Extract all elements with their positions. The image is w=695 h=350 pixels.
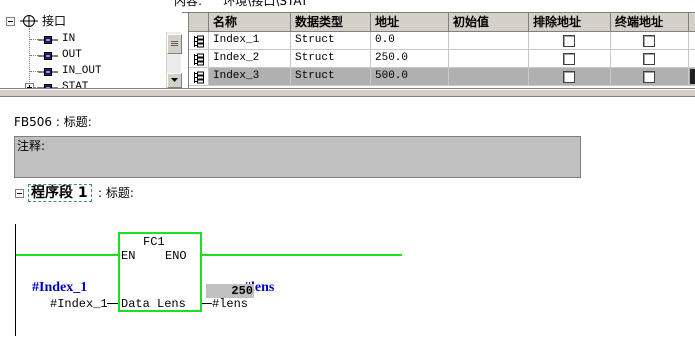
column-header-exclude-address[interactable]: 排除地址 [529,13,611,32]
terminal-address-checkbox[interactable] [643,53,655,65]
cell-exclude-address [529,50,611,68]
pane-splitter[interactable] [0,88,695,97]
block-comment-label: 注释: [17,139,46,153]
tree-item-in[interactable]: IN [62,32,75,46]
input-pin-label: Data [121,297,150,311]
rung-line-left[interactable] [16,254,118,256]
input-operand[interactable]: #Index_1 [50,297,108,311]
header-corner [189,13,209,32]
interface-icon [20,14,38,31]
column-header-data-type[interactable]: 数据类型 [291,13,371,32]
cell-exclude-address [529,68,611,86]
cell-address: 0.0 [371,32,449,50]
cell-truncated [689,50,695,68]
cell-truncated [689,32,695,50]
tree-line [29,28,30,88]
cell-name[interactable]: Index_2 [209,50,291,68]
tree-line [30,55,38,56]
collapse-box-icon[interactable] [6,17,15,26]
tree-item-stat[interactable]: STAT [62,80,88,88]
column-header-name[interactable]: 名称 [209,13,291,32]
block-comment-box[interactable]: 注释: [14,136,581,178]
terminal-address-checkbox[interactable] [643,35,655,47]
tree-item-out[interactable]: OUT [62,48,82,62]
parameter-icon [38,66,58,80]
collapse-box-icon[interactable] [15,189,24,198]
scrollbar-thumb[interactable] [167,34,182,54]
table-row[interactable]: Index_2 Struct 250.0 [189,50,695,68]
cell-terminal-address [611,68,689,86]
tree-line [30,39,38,40]
cell-name[interactable]: Index_3 [209,68,291,86]
struct-icon [194,53,204,66]
scroll-down-button[interactable] [167,73,182,88]
input-wire [107,303,118,304]
network-label[interactable]: 程序段 1 [28,184,92,202]
network-title[interactable]: : 标题: [98,186,134,200]
tree-item-interface[interactable]: 接口 [42,14,66,28]
tree-item-in-out[interactable]: IN_OUT [62,64,102,78]
table-row[interactable]: Index_3 Struct 500.0 [189,68,695,86]
column-header-address[interactable]: 地址 [371,13,449,32]
row-icon-cell [189,50,209,68]
cell-address: 250.0 [371,50,449,68]
output-pin-label: Lens [157,297,186,311]
tree-line [30,71,38,72]
block-name: FC1 [143,235,165,249]
grip-line [171,43,178,44]
input-symbol-label: #Index_1 [32,280,88,295]
content-label: 内容: [174,0,203,8]
cell-data-type[interactable]: Struct [291,32,371,50]
block-title[interactable]: FB506 : 标题: [14,115,92,129]
rung-line-right[interactable] [202,254,402,256]
parameter-icon [38,50,58,64]
chevron-down-icon [171,78,178,82]
struct-icon [194,71,204,84]
cell-exclude-address [529,32,611,50]
exclude-address-checkbox[interactable] [563,35,575,47]
tree-scrollbar[interactable] [166,32,182,88]
left-power-rail [15,224,16,336]
row-icon-cell [189,32,209,50]
exclude-address-checkbox[interactable] [563,71,575,83]
column-header-initial-value[interactable]: 初始值 [449,13,529,32]
output-status-value: 250 [206,284,254,298]
cell-data-type[interactable]: Struct [291,68,371,86]
cell-truncated [689,68,695,86]
row-icon-cell [189,68,209,86]
cell-address: 500.0 [371,68,449,86]
content-path: '环境\接口\STAT' [220,0,312,8]
output-wire [202,303,212,304]
column-header-terminal-address[interactable]: 终端地址 [611,13,689,32]
column-header-truncated[interactable] [689,13,695,32]
interface-table[interactable]: 名称 数据类型 地址 初始值 排除地址 终端地址 Index_1 Struct … [188,13,695,88]
cell-terminal-address [611,32,689,50]
parameter-icon [38,34,58,48]
cell-name[interactable]: Index_1 [209,32,291,50]
output-operand[interactable]: #lens [212,297,248,311]
cell-initial-value[interactable] [449,50,529,68]
cell-initial-value[interactable] [449,68,529,86]
terminal-address-checkbox[interactable] [643,71,655,83]
table-row[interactable]: Index_1 Struct 0.0 [189,32,695,50]
eno-pin-label: ENO [165,249,187,263]
en-pin-label: EN [121,249,136,263]
grip-line [171,41,178,42]
struct-icon [194,35,204,48]
exclude-address-checkbox[interactable] [563,53,575,65]
interface-tree[interactable]: 接口 IN OUT IN_OUT STAT [0,12,182,88]
grip-line [171,45,178,46]
cell-terminal-address [611,50,689,68]
content-header: 内容: '环境\接口\STAT' [0,0,695,12]
cell-initial-value[interactable] [449,32,529,50]
cell-data-type[interactable]: Struct [291,50,371,68]
